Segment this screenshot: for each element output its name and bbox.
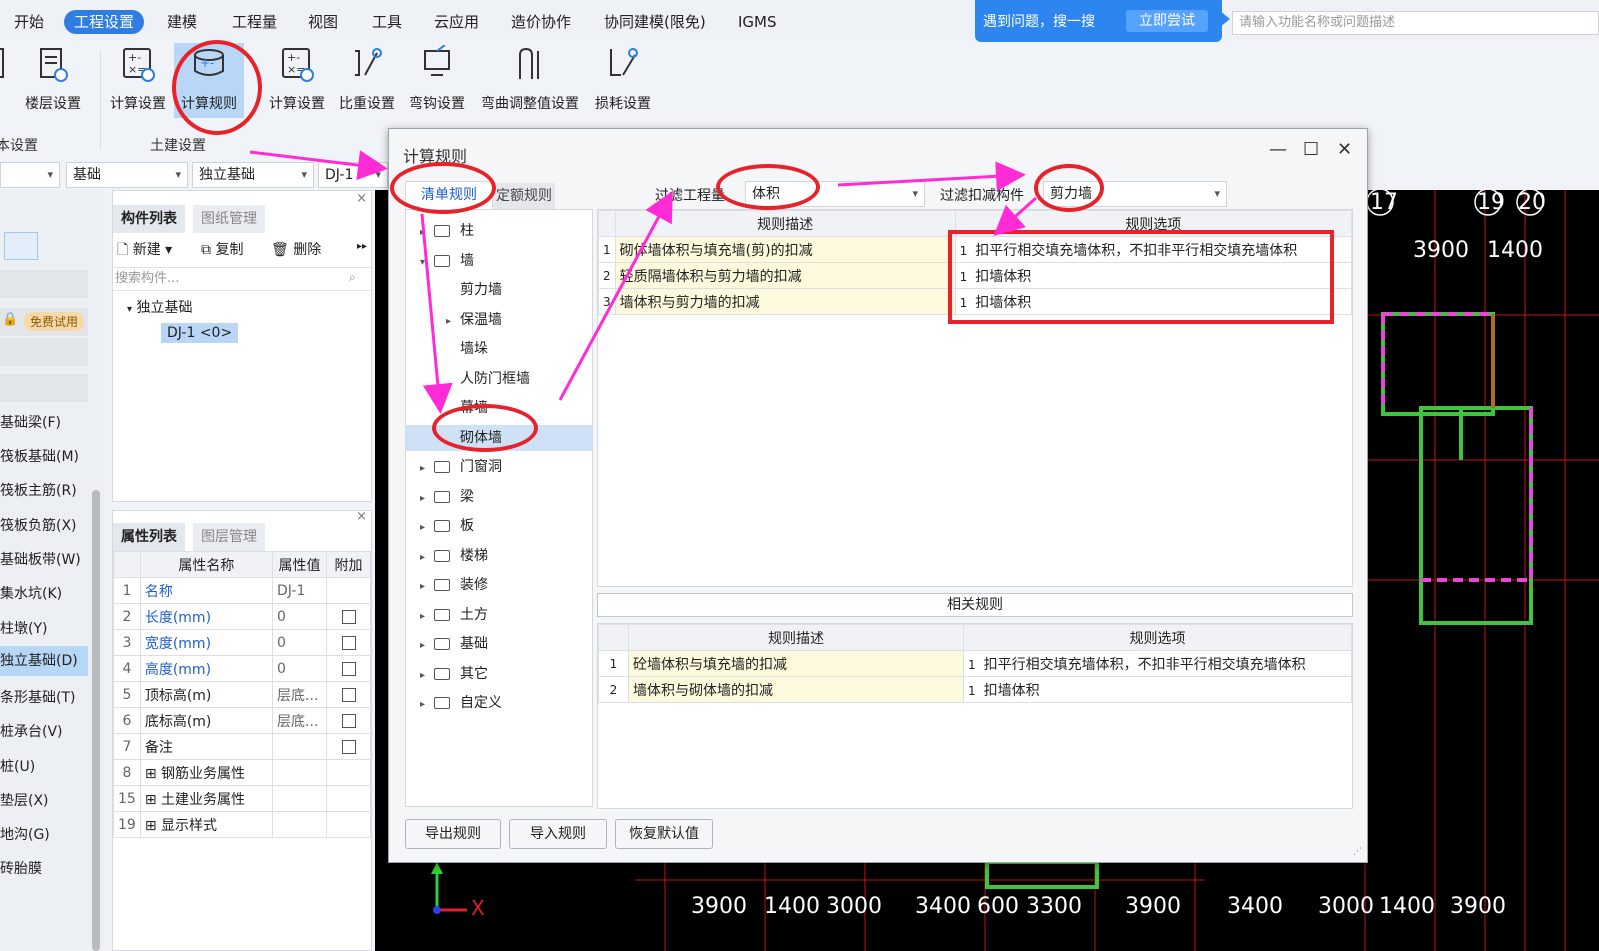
annotation-arrows — [249, 150, 1038, 414]
